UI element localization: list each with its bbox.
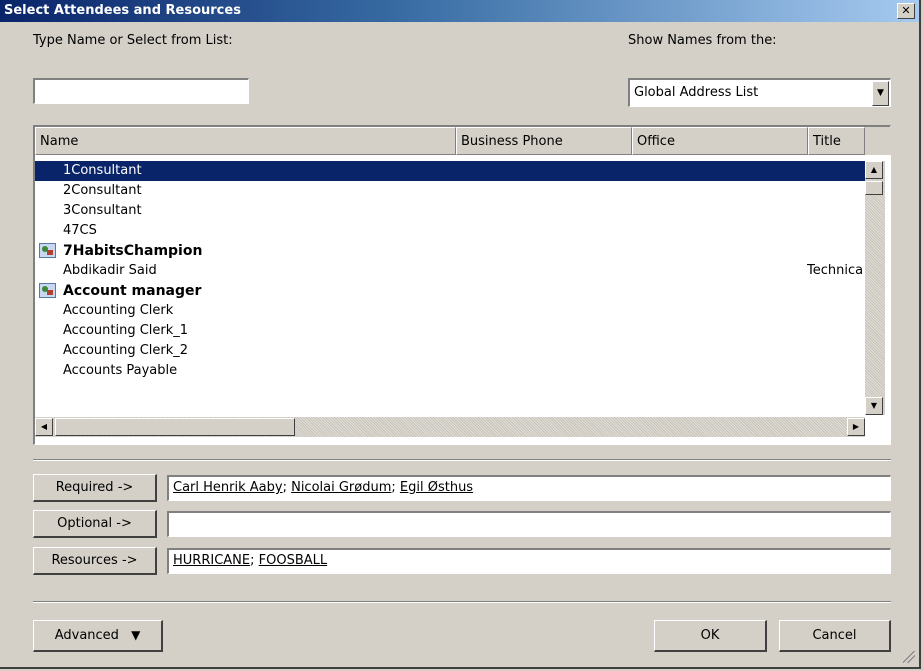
chevron-right-icon: ▶ xyxy=(852,422,860,431)
list-item-name: Abdikadir Said xyxy=(63,263,157,278)
list-item[interactable]: 7HabitsChampion xyxy=(35,241,865,261)
required-attendees-field[interactable]: Carl Henrik Aaby; Nicolai Grødum; Egil Ø… xyxy=(167,475,891,501)
cancel-button-label: Cancel xyxy=(812,628,857,643)
chevron-down-icon: ▼ xyxy=(877,88,884,98)
scroll-down-button[interactable]: ▼ xyxy=(865,397,883,415)
search-label: Type Name or Select from List: xyxy=(33,33,233,48)
scroll-right-button[interactable]: ▶ xyxy=(847,418,865,436)
scroll-left-button[interactable]: ◀ xyxy=(35,418,53,436)
resources-field[interactable]: HURRICANE; FOOSBALL xyxy=(167,548,891,574)
dialog-title: Select Attendees and Resources xyxy=(4,3,241,18)
address-book-selected: Global Address List xyxy=(634,85,759,100)
required-button-label: Required -> xyxy=(55,480,134,495)
list-item-name: 7HabitsChampion xyxy=(63,243,203,259)
column-header-title[interactable]: Title xyxy=(808,127,865,155)
optional-button[interactable]: Optional -> xyxy=(33,510,157,538)
separator xyxy=(33,459,891,461)
ok-button-label: OK xyxy=(700,628,720,643)
list-item-name: Accounting Clerk_1 xyxy=(63,323,189,338)
resize-grip[interactable] xyxy=(903,651,915,663)
vertical-scrollbar[interactable]: ▲ ▼ xyxy=(865,161,885,415)
resource-chip[interactable]: HURRICANE xyxy=(173,553,250,568)
list-item[interactable]: Abdikadir Said Technica xyxy=(35,261,865,281)
list-item[interactable]: 1Consultant xyxy=(35,161,865,181)
horizontal-scrollbar[interactable]: ◀ ▶ xyxy=(35,417,865,437)
list-item[interactable]: 47CS xyxy=(35,221,865,241)
list-item[interactable]: Accounts Payable xyxy=(35,361,865,381)
horizontal-scroll-thumb[interactable] xyxy=(55,418,295,436)
list-item-name: 3Consultant xyxy=(63,203,142,218)
list-item-name: 1Consultant xyxy=(63,163,142,178)
list-item-name: Accounting Clerk xyxy=(63,303,174,318)
list-item[interactable]: Accounting Clerk_2 xyxy=(35,341,865,361)
search-input[interactable] xyxy=(33,78,249,104)
close-icon: ✕ xyxy=(901,4,911,17)
ok-button[interactable]: OK xyxy=(654,620,767,652)
list-item[interactable]: Accounting Clerk_1 xyxy=(35,321,865,341)
distribution-list-icon xyxy=(39,283,56,298)
list-item-name: 47CS xyxy=(63,223,97,238)
optional-attendees-field[interactable] xyxy=(167,511,891,537)
list-item-name: Accounting Clerk_2 xyxy=(63,343,189,358)
address-book-select[interactable]: Global Address List ▼ xyxy=(628,78,891,107)
advanced-button[interactable]: Advanced ▼ xyxy=(33,620,163,652)
column-header-business-phone[interactable]: Business Phone xyxy=(456,127,632,155)
list-item[interactable]: Account manager xyxy=(35,281,865,301)
title-bar[interactable]: Select Attendees and Resources ✕ xyxy=(0,0,919,22)
column-header-name[interactable]: Name xyxy=(35,127,456,155)
resource-chip[interactable]: FOOSBALL xyxy=(259,553,328,568)
recipient-chip[interactable]: Egil Østhus xyxy=(400,480,473,495)
select-attendees-dialog: Select Attendees and Resources ✕ Type Na… xyxy=(0,0,921,669)
address-book-label: Show Names from the: xyxy=(628,33,777,48)
chevron-down-icon: ▼ xyxy=(131,628,141,642)
separator xyxy=(33,601,891,603)
column-header-office[interactable]: Office xyxy=(632,127,808,155)
chevron-up-icon: ▲ xyxy=(870,165,878,174)
required-button[interactable]: Required -> xyxy=(33,474,157,502)
list-item-name: Accounts Payable xyxy=(63,363,178,378)
list-item-title: Technica xyxy=(807,263,864,278)
list-item[interactable]: Accounting Clerk xyxy=(35,301,865,321)
resources-button-label: Resources -> xyxy=(51,553,138,568)
recipient-chip[interactable]: Nicolai Grødum xyxy=(291,480,391,495)
name-list: Name Business Phone Office Title 1Consul… xyxy=(33,125,891,445)
advanced-button-label: Advanced xyxy=(54,628,119,643)
chevron-left-icon: ◀ xyxy=(40,422,48,431)
scroll-up-button[interactable]: ▲ xyxy=(865,161,883,179)
list-item[interactable]: 3Consultant xyxy=(35,201,865,221)
resources-button[interactable]: Resources -> xyxy=(33,547,157,575)
column-headers: Name Business Phone Office Title xyxy=(35,127,891,155)
distribution-list-icon xyxy=(39,243,56,258)
recipient-chip[interactable]: Carl Henrik Aaby xyxy=(173,480,283,495)
optional-button-label: Optional -> xyxy=(57,516,132,531)
close-button[interactable]: ✕ xyxy=(897,3,915,19)
list-item-name: 2Consultant xyxy=(63,183,142,198)
name-list-rows: 1Consultant 2Consultant 3Consultant 47CS… xyxy=(35,161,865,381)
cancel-button[interactable]: Cancel xyxy=(779,620,891,652)
chevron-down-icon: ▼ xyxy=(870,401,878,410)
address-book-dropdown-button[interactable]: ▼ xyxy=(872,81,889,106)
list-item-name: Account manager xyxy=(63,283,202,299)
list-item[interactable]: 2Consultant xyxy=(35,181,865,201)
vertical-scroll-thumb[interactable] xyxy=(865,181,883,195)
